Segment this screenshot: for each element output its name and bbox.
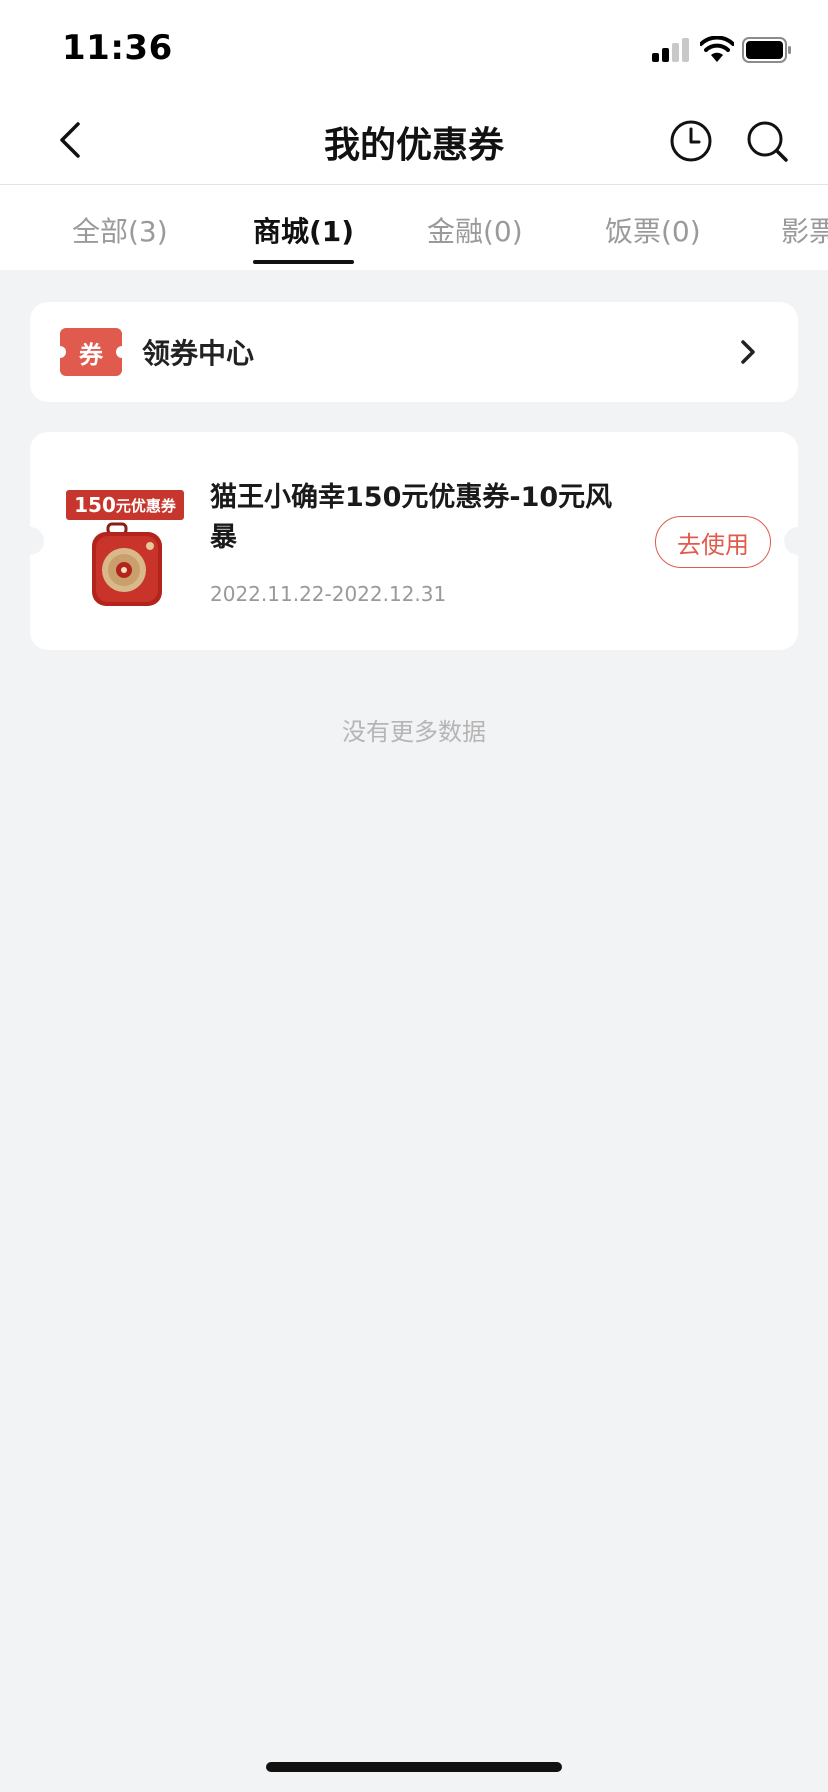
header-area: 11:36 我的优惠券 全部(3) 商城(1) 金融(0) 饭票(0) 影票 (0, 0, 828, 270)
history-clock-icon[interactable] (668, 118, 714, 164)
tab-movie-ticket[interactable]: 影票 (781, 210, 828, 250)
tab-finance[interactable]: 金融(0) (427, 210, 523, 250)
amount-tag-value: 150 (74, 493, 116, 517)
coupon-center-entry[interactable]: 券 领券中心 (30, 302, 798, 402)
tab-mall[interactable]: 商城(1) (253, 210, 355, 264)
amount-tag-label: 元优惠券 (115, 496, 176, 515)
ticket-notch-right (784, 527, 812, 555)
no-more-data-text: 没有更多数据 (342, 718, 486, 746)
coupon-badge-icon: 券 (54, 328, 128, 376)
tab-mall-label: 商城(1) (253, 215, 355, 248)
cellular-signal-icon (652, 38, 690, 62)
use-coupon-button[interactable]: 去使用 (655, 516, 771, 568)
tab-all[interactable]: 全部(3) (72, 210, 168, 250)
status-bar: 11:36 (0, 0, 828, 98)
battery-icon (742, 37, 791, 63)
status-time: 11:36 (62, 28, 173, 68)
navigation-bar: 我的优惠券 (0, 98, 828, 185)
coupon-category-tabs: 全部(3) 商城(1) 金融(0) 饭票(0) 影票 (0, 186, 828, 270)
coupon-validity-date: 2022.11.22-2022.12.31 (210, 582, 447, 606)
coupon-amount-tag: 150 元优惠券 (66, 490, 184, 520)
wifi-icon (700, 36, 734, 62)
coupon-title: 猫王小确幸150元优惠券-10元风暴 (210, 482, 613, 553)
coupon-center-label: 领券中心 (142, 337, 255, 370)
ticket-notch-left (16, 527, 44, 555)
home-indicator[interactable] (266, 1762, 562, 1772)
tab-meal-voucher[interactable]: 饭票(0) (605, 210, 701, 250)
coupon-card: 150 元优惠券 猫王小确幸150元优惠券-10元风暴 2022.11.22-20… (16, 432, 812, 650)
active-tab-indicator (253, 260, 355, 264)
search-icon[interactable] (744, 118, 790, 164)
chevron-right-icon (741, 340, 755, 364)
